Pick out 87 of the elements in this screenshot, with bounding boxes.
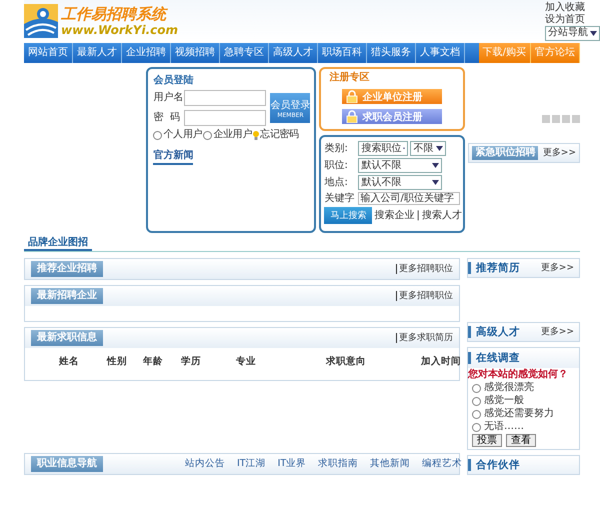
radio-button[interactable] <box>153 130 162 140</box>
panel-title: 注册专区 <box>329 72 370 84</box>
column-header: 专业 <box>235 356 257 368</box>
dropdown[interactable]: 不限 <box>410 141 446 156</box>
nav-link[interactable]: 求职指南 <box>318 458 358 470</box>
field-label: 地点: <box>324 176 349 188</box>
logo-title: 工作易招聘系统 <box>61 4 169 23</box>
nav-item[interactable]: 人事文档 <box>416 43 465 63</box>
radio-label: 感觉还需要努力 <box>484 408 554 420</box>
more-link[interactable]: 更多求职简历 <box>396 332 453 344</box>
dropdown[interactable]: 默认不限 <box>358 175 442 190</box>
field-label: 职位: <box>324 160 349 172</box>
nav-link[interactable]: 编程艺术 <box>422 458 462 470</box>
search-link[interactable]: 搜索人才 <box>422 210 462 222</box>
nav-item[interactable]: 猎头服务 <box>367 43 416 63</box>
nav-item[interactable]: 急聘专区 <box>220 43 269 63</box>
radio-button[interactable] <box>472 422 481 432</box>
caret-icon <box>590 30 597 36</box>
bulb-icon <box>253 130 260 140</box>
lock-icon <box>346 90 358 103</box>
radio-button[interactable] <box>472 384 481 392</box>
logo-icon <box>24 4 58 38</box>
caret-icon <box>403 146 406 151</box>
forgot-link[interactable]: 忘记密码 <box>260 129 299 141</box>
column-header: 加入时间 <box>420 356 462 368</box>
section-title: 推荐简历 <box>468 262 520 274</box>
username-field[interactable] <box>184 90 266 106</box>
survey-button[interactable]: 投票 <box>472 434 502 447</box>
panel-title: 推荐企业招聘 <box>31 261 103 277</box>
radio-button[interactable] <box>472 410 481 418</box>
more-link[interactable]: 更多>> <box>540 262 574 274</box>
header-link[interactable]: 设为首页 <box>545 14 600 26</box>
panel-title: 职业信息导航 <box>31 456 103 472</box>
section-title: 在线调查 <box>468 352 520 364</box>
panel-title: 最新求职信息 <box>31 330 103 346</box>
column-header: 性别 <box>106 356 128 368</box>
radio-label: 企业用户 <box>213 129 252 141</box>
field-label: 类别: <box>324 142 349 154</box>
logo-url: www.WorkYi.com <box>61 22 178 38</box>
section-title: 紧急职位招聘 <box>472 146 538 160</box>
survey-question: 您对本站的感觉如何？ <box>468 369 569 381</box>
nav-link[interactable]: 站内公告 <box>185 458 225 470</box>
lock-icon <box>346 110 358 123</box>
radio-button[interactable] <box>472 396 481 406</box>
panel-title: 最新招聘企业 <box>31 288 103 304</box>
column-header: 求职意向 <box>324 356 367 368</box>
nav-link[interactable]: 其他新闻 <box>370 458 410 470</box>
nav-item[interactable]: 高级人才 <box>269 43 318 63</box>
nav-item[interactable]: 企业招聘 <box>122 43 171 63</box>
site-dropdown[interactable]: 分站导航 <box>545 26 600 40</box>
more-link[interactable]: 更多>> <box>542 148 576 158</box>
column-header: 姓名 <box>58 356 80 368</box>
column-header: 学历 <box>180 356 202 368</box>
radio-label: 无语…… <box>484 421 524 433</box>
section-title: 高级人才 <box>468 326 520 338</box>
field-label: 关键字 <box>324 192 356 204</box>
field-label: 密 码 <box>153 112 181 124</box>
nav-link[interactable]: IT业界 <box>278 458 306 470</box>
nav-link[interactable]: IT江湖 <box>237 458 266 470</box>
header-link[interactable]: 加入收藏 <box>545 2 600 14</box>
nav-item[interactable]: 最新人才 <box>73 43 122 63</box>
caret-icon <box>432 163 440 168</box>
caret-icon <box>436 146 444 151</box>
dropdown[interactable]: 默认不限 <box>358 158 442 173</box>
more-link[interactable]: 更多招聘职位 <box>396 264 453 274</box>
dropdown[interactable]: 搜索职位 <box>358 141 408 156</box>
radio-label: 感觉一般 <box>484 395 524 407</box>
password-field[interactable] <box>184 110 266 126</box>
nav-item[interactable]: 职场百科 <box>318 43 367 63</box>
radio-button[interactable] <box>203 130 212 140</box>
separator: | <box>416 210 420 222</box>
nav-item[interactable]: 视频招聘 <box>171 43 220 63</box>
more-link[interactable]: 更多招聘职位 <box>396 290 453 302</box>
survey-button[interactable]: 查看 <box>506 434 536 447</box>
news-tab[interactable]: 官方新闻 <box>153 150 194 165</box>
field-label: 用户名 <box>153 92 182 104</box>
search-link[interactable]: 搜索企业 <box>374 210 414 222</box>
panel-title: 会员登陆 <box>153 75 194 87</box>
more-link[interactable]: 更多>> <box>540 326 574 338</box>
caret-icon <box>432 180 440 185</box>
column-header: 年龄 <box>142 356 164 368</box>
section-title: 合作伙伴 <box>468 458 520 472</box>
radio-label: 个人用户 <box>163 129 202 141</box>
nav-item[interactable]: 网站首页 <box>24 43 73 63</box>
radio-label: 感觉很漂亮 <box>484 382 534 394</box>
section-tab[interactable]: 品牌企业图招 <box>24 237 92 251</box>
search-button[interactable]: 马上搜索 <box>324 207 372 224</box>
